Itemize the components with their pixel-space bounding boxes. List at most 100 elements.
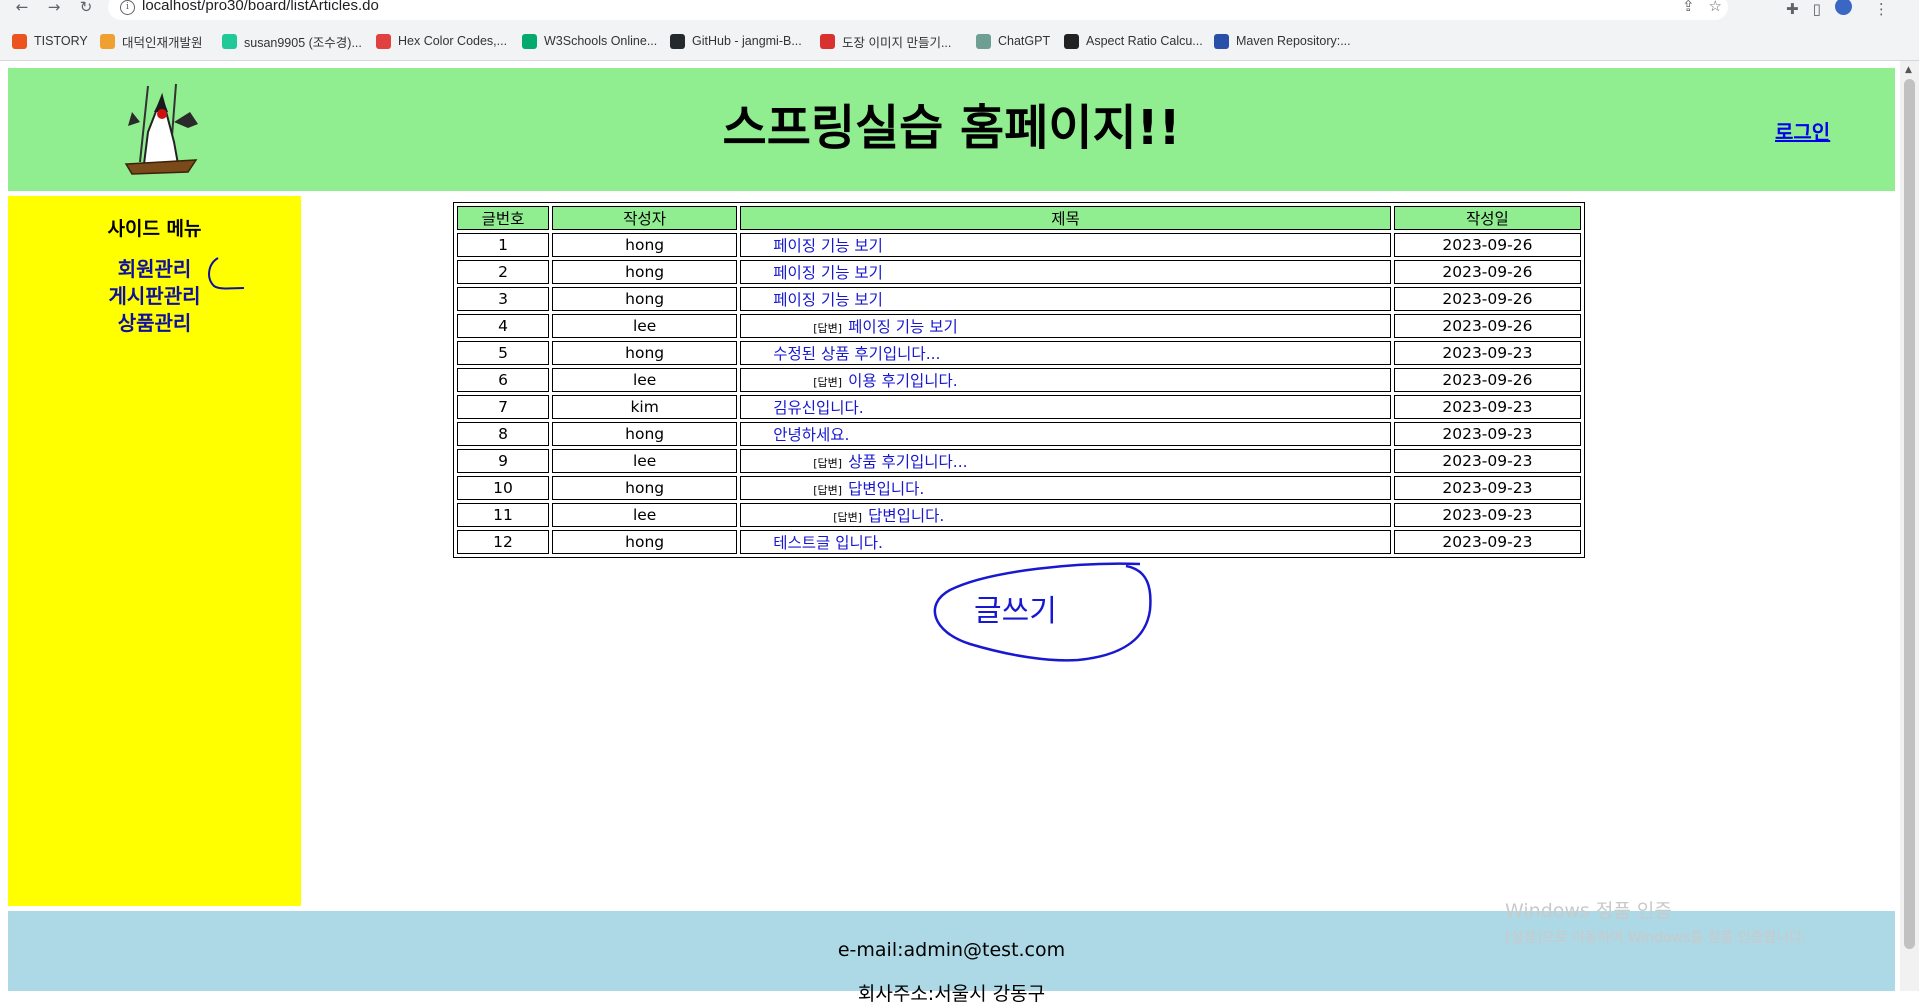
sidebar: 사이드 메뉴 회원관리 게시판관리 상품관리 — [8, 196, 301, 906]
profile-avatar[interactable] — [1834, 0, 1852, 15]
stamp-icon — [820, 33, 835, 49]
bookmark-item[interactable]: Aspect Ratio Calcu... — [1064, 30, 1203, 52]
bookmark-item[interactable]: 도장 이미지 만들기... — [820, 30, 951, 52]
bookmark-item[interactable]: 대덕인재개발원 — [100, 30, 203, 52]
bookmark-label: susan9905 (조수경)... — [244, 35, 362, 50]
article-title-link[interactable]: 상품 후기입니다... — [848, 453, 968, 471]
cell-date: 2023-09-23 — [1393, 449, 1581, 473]
bookmark-item[interactable]: GitHub - jangmi-B... — [670, 30, 802, 52]
bookmark-item[interactable]: susan9905 (조수경)... — [222, 30, 362, 52]
table-row: 11 lee [답변] 답변입니다. 2023-09-23 — [457, 503, 1581, 527]
article-title-link[interactable]: 페이징 기능 보기 — [773, 237, 883, 255]
share-icon[interactable]: ⇪ — [1682, 0, 1695, 15]
column-header-no: 글번호 — [457, 206, 550, 230]
scroll-up-icon[interactable]: ▲ — [1905, 65, 1912, 75]
article-title-link[interactable]: 테스트글 입니다. — [773, 534, 883, 552]
bookmark-label: W3Schools Online... — [544, 34, 658, 48]
table-row: 8 hong 안녕하세요. 2023-09-23 — [457, 422, 1581, 446]
cell-title: [답변] 이용 후기입니다. — [740, 368, 1391, 392]
cell-writer: hong — [552, 476, 738, 500]
article-title-link[interactable]: 페이징 기능 보기 — [773, 264, 883, 282]
bookmark-item[interactable]: ChatGPT — [976, 30, 1050, 52]
footer-address: 회사주소:서울시 강동구 — [857, 983, 1046, 1005]
table-row: 6 lee [답변] 이용 후기입니다. 2023-09-26 — [457, 368, 1581, 392]
bookmark-label: 대덕인재개발원 — [122, 35, 203, 50]
article-title-link[interactable]: 이용 후기입니다. — [848, 372, 958, 390]
sidebar-item-product[interactable]: 상품관리 — [8, 310, 301, 337]
article-list: 1 hong 페이징 기능 보기 2023-09-26 2 hong 페이징 기능 보기 20… — [457, 233, 1581, 554]
article-title-link[interactable]: 안녕하세요. — [773, 426, 849, 444]
watermark-subtitle: [설정]으로 이동하여 Windows를 정품 인증합니다. — [1505, 930, 1807, 946]
article-title-link[interactable]: 수정된 상품 후기입니다... — [773, 345, 940, 363]
forward-arrow-icon[interactable]: → — [44, 0, 64, 15]
article-table: 글번호 작성자 제목 작성일 1 hong 페이징 기능 보기 2023-09-26 2… — [453, 202, 1585, 558]
bookmark-item[interactable]: Maven Repository:... — [1214, 30, 1351, 52]
back-arrow-icon[interactable]: ← — [12, 0, 32, 15]
article-title-link[interactable]: 페이징 기능 보기 — [848, 318, 958, 336]
bookmark-label: GitHub - jangmi-B... — [692, 34, 802, 48]
cell-writer: hong — [552, 287, 738, 311]
page-title: 스프링실습 홈페이지!! — [722, 100, 1181, 156]
reload-icon[interactable]: ↻ — [76, 0, 96, 15]
cell-writer: lee — [552, 449, 738, 473]
cell-title: [답변] 페이징 기능 보기 — [740, 314, 1391, 338]
cell-writer: hong — [552, 233, 738, 257]
article-title-link[interactable]: 답변입니다. — [848, 480, 924, 498]
cell-title: 페이징 기능 보기 — [740, 260, 1391, 284]
vertical-scrollbar[interactable]: ▲ — [1900, 61, 1919, 991]
cell-title: 페이징 기능 보기 — [740, 287, 1391, 311]
bookmark-item[interactable]: TISTORY — [12, 30, 88, 52]
cell-writer: lee — [552, 503, 738, 527]
aspect-ratio-icon — [1064, 33, 1079, 49]
bookmark-item[interactable]: Hex Color Codes,... — [376, 30, 507, 52]
url-text[interactable]: localhost/pro30/board/listArticles.do — [142, 0, 379, 14]
cell-no: 5 — [457, 341, 550, 365]
sidebar-item-member[interactable]: 회원관리 — [8, 256, 301, 283]
menu-kebab-icon[interactable]: ⋮ — [1874, 0, 1889, 18]
reply-tag: [답변] — [813, 484, 843, 497]
article-title-link[interactable]: 답변입니다. — [868, 507, 944, 525]
cell-date: 2023-09-23 — [1393, 341, 1581, 365]
cell-date: 2023-09-23 — [1393, 476, 1581, 500]
cell-writer: lee — [552, 368, 738, 392]
table-row: 7 kim 김유신입니다. 2023-09-23 — [457, 395, 1581, 419]
table-row: 10 hong [답변] 답변입니다. 2023-09-23 — [457, 476, 1581, 500]
cell-title: 테스트글 입니다. — [740, 530, 1391, 554]
table-row: 3 hong 페이징 기능 보기 2023-09-26 — [457, 287, 1581, 311]
login-link[interactable]: 로그인 — [1775, 116, 1830, 145]
scrollbar-thumb[interactable] — [1904, 79, 1915, 949]
reply-tag: [답변] — [813, 322, 843, 335]
article-title-link[interactable]: 김유신입니다. — [773, 399, 864, 417]
bookmark-star-icon[interactable]: ☆ — [1709, 0, 1722, 15]
bookmark-label: ChatGPT — [998, 34, 1051, 48]
cell-no: 10 — [457, 476, 550, 500]
cell-title: 김유신입니다. — [740, 395, 1391, 419]
reply-tag: [답변] — [833, 511, 863, 524]
cell-writer: lee — [552, 314, 738, 338]
maven-icon — [1214, 33, 1229, 49]
side-panel-icon[interactable]: ▯ — [1813, 0, 1821, 18]
cell-date: 2023-09-26 — [1393, 314, 1581, 338]
table-header-row: 글번호 작성자 제목 작성일 — [457, 206, 1581, 230]
bookmark-label: TISTORY — [34, 34, 88, 48]
cell-no: 1 — [457, 233, 550, 257]
cell-date: 2023-09-26 — [1393, 287, 1581, 311]
cell-writer: hong — [552, 422, 738, 446]
write-article-link[interactable]: 글쓰기 — [974, 586, 1057, 630]
extensions-icon[interactable]: ✚ — [1786, 0, 1799, 18]
cell-date: 2023-09-26 — [1393, 368, 1581, 392]
cell-no: 3 — [457, 287, 550, 311]
column-header-date: 작성일 — [1393, 206, 1581, 230]
sidebar-item-board[interactable]: 게시판관리 — [8, 283, 301, 310]
github-icon — [670, 33, 685, 49]
site-info-icon[interactable]: i — [120, 0, 135, 15]
address-row: ← → ↻ i localhost/pro30/board/listArticl… — [0, 0, 1919, 22]
article-title-link[interactable]: 페이징 기능 보기 — [773, 291, 883, 309]
address-bar[interactable]: i localhost/pro30/board/listArticles.do … — [108, 0, 1728, 20]
cell-no: 7 — [457, 395, 550, 419]
cell-no: 6 — [457, 368, 550, 392]
cell-no: 12 — [457, 530, 550, 554]
bookmark-item[interactable]: W3Schools Online... — [522, 30, 657, 52]
cell-title: 페이징 기능 보기 — [740, 233, 1391, 257]
column-header-title: 제목 — [740, 206, 1391, 230]
